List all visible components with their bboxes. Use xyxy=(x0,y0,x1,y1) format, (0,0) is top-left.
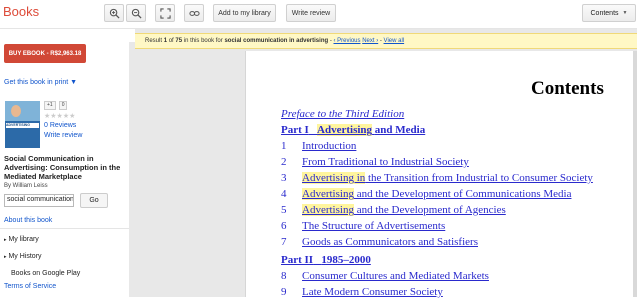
result-dash: - xyxy=(329,38,332,44)
result-index: 1 xyxy=(163,38,168,44)
toc-item-text: From Traditional to Industrial Society xyxy=(302,156,469,168)
page-scrollbar[interactable] xyxy=(633,51,637,297)
contents-label: Contents xyxy=(590,9,619,17)
books-on-google-play-link[interactable]: Books on Google Play xyxy=(11,270,80,277)
toc-item-label: Consumer Cultures and Mediated Markets xyxy=(302,270,489,282)
zoom-out-icon xyxy=(131,8,142,19)
get-in-print-link[interactable]: Get this book in print ▼ xyxy=(4,79,77,86)
toc-item-highlight: Advertising xyxy=(302,188,354,200)
toc-item-label: the Transition from Industrial to Consum… xyxy=(365,172,593,184)
toc-item-text: Advertising and the Development of Commu… xyxy=(302,188,571,200)
part2-label: Part II xyxy=(281,254,314,266)
gplus-count: 0 xyxy=(58,101,68,110)
toc-item-label: From Traditional to Industrial Society xyxy=(302,156,469,168)
book-page: Contents Preface to the Third Edition Pa… xyxy=(245,51,637,298)
toc-item-text: Advertising and the Development of Agenc… xyxy=(302,204,506,216)
toc-item-number: 3 xyxy=(281,172,287,184)
next-link[interactable]: Next › xyxy=(362,38,378,44)
toc-item-label: and the Development of Agencies xyxy=(353,204,506,216)
part2-title: 1985–2000 xyxy=(321,254,371,266)
toc-item-number: 7 xyxy=(281,236,287,248)
toc-item-number: 9 xyxy=(281,286,287,298)
link-icon xyxy=(188,10,200,16)
cover-title-band: ADVERTISING xyxy=(6,123,39,128)
cover-face xyxy=(11,105,21,117)
reviews-link[interactable]: 0 Reviews xyxy=(44,122,76,129)
result-total: 75 xyxy=(175,38,183,44)
part1-label: Part I xyxy=(281,124,309,136)
terms-link[interactable]: Terms of Service xyxy=(4,283,56,290)
result-prefix: Result xyxy=(145,38,163,44)
my-library-item[interactable]: ▸ My library xyxy=(4,236,39,243)
my-library-label: My library xyxy=(8,236,39,243)
page-title: Contents xyxy=(531,78,604,99)
my-history-item[interactable]: ▸ My History xyxy=(4,253,42,260)
search-in-book-input[interactable]: social communication xyxy=(4,194,74,207)
toc-item-text: Introduction xyxy=(302,140,356,152)
part1-highlight: Advertising xyxy=(317,124,373,136)
toc-item-number: 4 xyxy=(281,188,287,200)
toc-item-text: Goods as Communicators and Satisfiers xyxy=(302,236,478,248)
chevron-right-icon: ▸ xyxy=(4,254,7,260)
write-review-link[interactable]: Write review xyxy=(44,132,82,139)
toc-item-number: 6 xyxy=(281,220,287,232)
zoom-in-button[interactable] xyxy=(104,4,124,22)
result-middle: in this book for xyxy=(183,38,223,44)
fullscreen-button[interactable] xyxy=(155,4,175,22)
chevron-right-icon: ▸ xyxy=(4,237,7,243)
add-to-library-button[interactable]: Add to my library xyxy=(213,4,276,22)
books-logo[interactable]: Books xyxy=(3,4,39,19)
gplus-widget[interactable]: +1 0 xyxy=(44,101,68,110)
toc-item-text: The Structure of Advertisements xyxy=(302,220,445,232)
gplus-button[interactable]: +1 xyxy=(44,101,56,110)
buy-ebook-button[interactable]: BUY EBOOK - R$2,963.18 xyxy=(4,44,86,63)
part1-rest: and Media xyxy=(374,124,426,136)
toc-item-number: 8 xyxy=(281,270,287,282)
view-all-link[interactable]: View all xyxy=(384,38,405,44)
toc-item-label: Goods as Communicators and Satisfiers xyxy=(302,236,478,248)
link-button[interactable] xyxy=(184,4,204,22)
toc-item-label: and the Development of Communications Me… xyxy=(353,188,572,200)
previous-link[interactable]: ‹ Previous xyxy=(334,38,361,44)
top-toolbar: Books Add to my library Write review xyxy=(0,0,637,29)
toc-item-number: 1 xyxy=(281,140,287,152)
toc-item-label: Late Modern Consumer Society xyxy=(302,286,443,298)
go-button[interactable]: Go xyxy=(80,193,108,208)
write-review-button[interactable]: Write review xyxy=(286,4,336,22)
about-this-book-link[interactable]: About this book xyxy=(4,217,52,224)
divider xyxy=(0,228,129,229)
book-title: Social Communication in Advertising: Con… xyxy=(4,154,121,181)
contents-dropdown[interactable]: Contents ▼ xyxy=(582,4,636,22)
part1-heading[interactable]: Part I Advertising and Media xyxy=(281,124,425,136)
result-query: social communication in advertising xyxy=(224,38,329,44)
search-result-bar: Result 1 of 75 in this book for social c… xyxy=(135,33,637,49)
toc-item-highlight: Advertising in xyxy=(302,172,366,184)
toc-item-number: 2 xyxy=(281,156,287,168)
book-author: By William Leiss xyxy=(4,183,48,189)
toc-item-label: Introduction xyxy=(302,140,357,152)
toc-item-number: 5 xyxy=(281,204,287,216)
toc-item-text: Advertising in the Transition from Indus… xyxy=(302,172,593,184)
sidebar: BUY EBOOK - R$2,963.18 Get this book in … xyxy=(0,29,135,297)
zoom-out-button[interactable] xyxy=(126,4,146,22)
chevron-down-icon: ▼ xyxy=(622,10,628,16)
book-cover[interactable]: ADVERTISING xyxy=(5,101,40,148)
rating-stars[interactable]: ★★★★★ xyxy=(44,112,75,120)
result-of: of xyxy=(168,38,174,44)
toc-item-label: The Structure of Advertisements xyxy=(302,220,446,232)
toc-item-highlight: Advertising xyxy=(302,204,354,216)
result-dash: - xyxy=(379,38,382,44)
zoom-in-icon xyxy=(109,8,120,19)
preface-link[interactable]: Preface to the Third Edition xyxy=(281,108,404,120)
part2-heading[interactable]: Part II 1985–2000 xyxy=(281,254,371,266)
my-history-label: My History xyxy=(8,253,42,260)
fullscreen-icon xyxy=(159,7,171,19)
viewer: Result 1 of 75 in this book for social c… xyxy=(135,29,637,298)
